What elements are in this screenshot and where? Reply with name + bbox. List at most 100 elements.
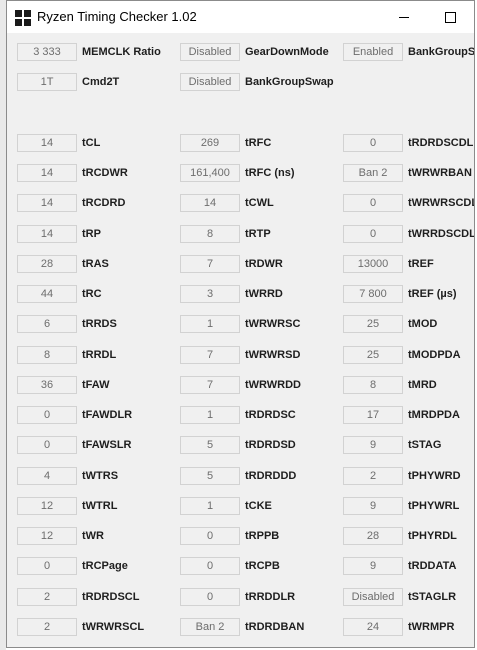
timing-label: tRDDATA: [408, 560, 457, 572]
timing-value-field: 9: [343, 436, 403, 454]
timing-label: MEMCLK Ratio: [82, 46, 161, 58]
timing-label: tPHYWRD: [408, 470, 461, 482]
timing-value-field: 5: [180, 436, 240, 454]
timing-value-field: 14: [17, 134, 77, 152]
timing-value-field: 13000: [343, 255, 403, 273]
timing-label: tWRWRSCDLR: [408, 197, 474, 209]
minimize-button[interactable]: [381, 1, 427, 33]
timing-value-field: 3 333: [17, 43, 77, 61]
timing-label: tFAWDLR: [82, 409, 133, 421]
timing-value-field: 1: [180, 497, 240, 515]
timing-label: tRDRDSCL: [82, 591, 140, 603]
timing-value-field: 2: [17, 618, 77, 636]
timing-value-field: 17: [343, 406, 403, 424]
app-window: Ryzen Timing Checker 1.02 3 333 MEMCLK Ra…: [6, 0, 475, 648]
timing-value-field: 1: [180, 315, 240, 333]
timing-value-field: 0: [17, 557, 77, 575]
timing-label: tRTP: [245, 228, 271, 240]
timing-label: tMRD: [408, 379, 437, 391]
timing-value-field: 8: [17, 346, 77, 364]
timing-value-field: 7 800: [343, 285, 403, 303]
timing-value-field: Disabled: [180, 43, 240, 61]
timing-label: tRCPB: [245, 560, 280, 572]
timing-label: tRDRDBAN: [245, 621, 305, 633]
timing-label: tSTAGLR: [408, 591, 457, 603]
timing-label: tWRRD: [245, 288, 283, 300]
timing-label: tRCPage: [82, 560, 128, 572]
timing-label: BankGroupSwap: [245, 76, 334, 88]
timing-label: tRPPB: [245, 530, 280, 542]
timing-label: tFAWSLR: [82, 439, 132, 451]
timing-value-field: Ban 2: [180, 618, 240, 636]
timing-label: tWRWRBAN: [408, 167, 472, 179]
timing-label: tFAW: [82, 379, 110, 391]
timing-label: tRDRDDD: [245, 470, 297, 482]
timing-value-field: 9: [343, 497, 403, 515]
timing-label: tWTRL: [82, 500, 118, 512]
timing-value-field: 7: [180, 376, 240, 394]
timing-label: tWRWRDD: [245, 379, 302, 391]
timing-value-field: 0: [180, 527, 240, 545]
timing-label: tMODPDA: [408, 349, 461, 361]
timing-value-field: 14: [17, 225, 77, 243]
timing-value-field: 2: [343, 467, 403, 485]
timing-value-field: 25: [343, 346, 403, 364]
timing-label: tCWL: [245, 197, 274, 209]
timing-value-field: 5: [180, 467, 240, 485]
timing-label: BankGroupSwa: [408, 46, 475, 58]
timing-value-field: 28: [17, 255, 77, 273]
timing-label: tREF: [408, 258, 434, 270]
timing-label: tRRDL: [82, 349, 117, 361]
timing-value-field: 269: [180, 134, 240, 152]
maximize-button[interactable]: [427, 1, 473, 33]
timing-value-field: 6: [17, 315, 77, 333]
timing-label: tWR: [82, 530, 104, 542]
timing-label: GearDownMode: [245, 46, 329, 58]
timing-value-field: 12: [17, 497, 77, 515]
timing-value-field: Disabled: [343, 588, 403, 606]
timing-label: tRDRDSCDLR: [408, 137, 475, 149]
timing-label: tPHYRDL: [408, 530, 457, 542]
window-title: Ryzen Timing Checker 1.02: [37, 9, 197, 24]
timing-value-field: Enabled: [343, 43, 403, 61]
timing-label: tREF (µs): [408, 288, 457, 300]
timing-label: tWTRS: [82, 470, 119, 482]
timing-label: tRDRDSD: [245, 439, 296, 451]
timing-value-field: 25: [343, 315, 403, 333]
timing-value-field: 0: [343, 225, 403, 243]
timing-value-field: 0: [343, 134, 403, 152]
timing-value-field: Disabled: [180, 73, 240, 91]
timing-value-field: 14: [17, 194, 77, 212]
timing-label: tRDWR: [245, 258, 283, 270]
timing-value-field: 1: [180, 406, 240, 424]
timing-label: tRFC (ns): [245, 167, 295, 179]
timing-label: tRCDRD: [82, 197, 126, 209]
timing-value-field: 44: [17, 285, 77, 303]
timing-value-field: 0: [17, 406, 77, 424]
timing-value-field: 4: [17, 467, 77, 485]
timing-label: tWRWRSC: [245, 318, 301, 330]
timing-value-field: 7: [180, 255, 240, 273]
timing-value-field: 7: [180, 346, 240, 364]
timing-value-field: 8: [343, 376, 403, 394]
timing-label: tWRRDSCDLR: [408, 228, 474, 240]
timing-value-field: 12: [17, 527, 77, 545]
timing-label: tRFC: [245, 137, 272, 149]
timing-value-field: 0: [180, 588, 240, 606]
timing-label: tRDRDSC: [245, 409, 296, 421]
timing-label: tRP: [82, 228, 101, 240]
timing-label: tRC: [82, 288, 102, 300]
timing-label: tMOD: [408, 318, 438, 330]
timing-label: tCL: [82, 137, 101, 149]
timing-value-field: Ban 2: [343, 164, 403, 182]
timing-label: tRRDS: [82, 318, 117, 330]
timing-value-field: 1T: [17, 73, 77, 91]
title-bar[interactable]: Ryzen Timing Checker 1.02: [7, 1, 474, 33]
maximize-icon: [444, 11, 456, 23]
timing-label: tWRWRSD: [245, 349, 301, 361]
timing-label: tWRMPR: [408, 621, 455, 633]
timing-value-field: 14: [180, 194, 240, 212]
timing-value-field: 28: [343, 527, 403, 545]
timing-value-field: 14: [17, 164, 77, 182]
minimize-icon: [399, 16, 409, 18]
